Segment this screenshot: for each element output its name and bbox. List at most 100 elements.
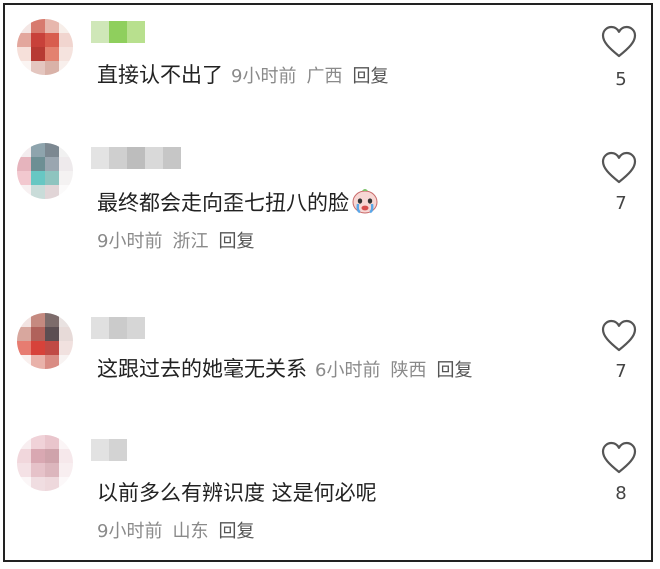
- comment-time: 9小时前: [231, 66, 297, 87]
- like-count: 7: [615, 361, 627, 382]
- avatar-mosaic-block: [45, 435, 59, 449]
- username-mosaic-block: [109, 21, 127, 43]
- like-button[interactable]: [601, 25, 641, 61]
- heart-icon: [601, 25, 637, 58]
- avatar-mosaic-block: [45, 143, 59, 157]
- avatar-mosaic-block: [17, 143, 31, 157]
- avatar-mosaic-block: [17, 47, 31, 61]
- avatar-mosaic-block: [31, 355, 45, 369]
- avatar-mosaic-block: [31, 449, 45, 463]
- comment-time: 9小时前: [97, 231, 163, 252]
- avatar-mosaic-block: [45, 477, 59, 491]
- avatar[interactable]: [17, 435, 73, 491]
- comment-body: 这跟过去的她毫无关系: [97, 357, 307, 381]
- avatar-mosaic-block: [59, 171, 73, 185]
- avatar-mosaic-block: [31, 477, 45, 491]
- avatar-mosaic-block: [59, 19, 73, 33]
- crying-face-emoji: [352, 189, 378, 214]
- username-mosaic-block: [91, 439, 109, 461]
- avatar[interactable]: [17, 143, 73, 199]
- avatar-mosaic-block: [45, 463, 59, 477]
- reply-button[interactable]: 回复: [218, 521, 254, 542]
- avatar-mosaic-block: [17, 341, 31, 355]
- like-button[interactable]: [601, 319, 641, 355]
- username-mosaic-block: [109, 147, 127, 169]
- avatar-mosaic-block: [59, 355, 73, 369]
- comment-time: 6小时前: [315, 360, 381, 381]
- comment-location: 广西: [306, 66, 343, 87]
- avatar-mosaic-block: [45, 19, 59, 33]
- comment-location: 山东: [172, 521, 209, 542]
- avatar-mosaic-block: [59, 47, 73, 61]
- username-mosaic-block: [145, 147, 163, 169]
- avatar-mosaic-block: [31, 463, 45, 477]
- avatar-mosaic-block: [59, 463, 73, 477]
- username-mosaic-block: [127, 317, 145, 339]
- username-mosaic-block: [91, 21, 109, 43]
- avatar-mosaic-block: [17, 463, 31, 477]
- username[interactable]: [91, 21, 145, 43]
- avatar-mosaic-block: [59, 185, 73, 199]
- avatar-mosaic-block: [45, 171, 59, 185]
- avatar-mosaic-block: [45, 47, 59, 61]
- avatar-mosaic-block: [59, 327, 73, 341]
- avatar-mosaic-block: [59, 157, 73, 171]
- comment-location: 陕西: [390, 360, 427, 381]
- reply-button[interactable]: 回复: [218, 231, 254, 252]
- avatar-mosaic-block: [59, 435, 73, 449]
- comment-body: 以前多么有辨识度 这是何必呢: [97, 481, 377, 505]
- avatar-mosaic-block: [45, 61, 59, 75]
- avatar-mosaic-block: [45, 341, 59, 355]
- username-mosaic-block: [127, 21, 145, 43]
- comment-text: 最终都会走向歪七扭八的脸: [97, 187, 379, 217]
- username[interactable]: [91, 147, 181, 169]
- username-mosaic-block: [109, 439, 127, 461]
- avatar-mosaic-block: [45, 449, 59, 463]
- username-mosaic-block: [163, 147, 181, 169]
- like-count: 5: [615, 69, 627, 90]
- comment-time: 9小时前: [97, 521, 163, 542]
- reply-button[interactable]: 回复: [436, 360, 472, 381]
- like-button[interactable]: [601, 441, 641, 477]
- username-mosaic-block: [91, 147, 109, 169]
- comment-meta: 9小时前 广西 回复: [231, 66, 388, 87]
- avatar-mosaic-block: [31, 61, 45, 75]
- avatar-mosaic-block: [59, 313, 73, 327]
- avatar-mosaic-block: [17, 33, 31, 47]
- avatar-mosaic-block: [31, 157, 45, 171]
- reply-button[interactable]: 回复: [352, 66, 388, 87]
- avatar-mosaic-block: [59, 143, 73, 157]
- username[interactable]: [91, 317, 145, 339]
- comment-list: 直接认不出了 9小时前 广西 回复 5 最终都会走向歪七扭八的脸 9小时前 浙江 回复 7…: [3, 3, 653, 562]
- avatar-mosaic-block: [59, 477, 73, 491]
- heart-icon: [601, 151, 637, 184]
- comment-meta: 6小时前 陕西 回复: [315, 360, 472, 381]
- username[interactable]: [91, 439, 127, 461]
- avatar[interactable]: [17, 313, 73, 369]
- comment-meta: 9小时前 山东 回复: [97, 519, 254, 545]
- like-button[interactable]: [601, 151, 641, 187]
- avatar-mosaic-block: [31, 313, 45, 327]
- username-mosaic-block: [127, 147, 145, 169]
- avatar-mosaic-block: [17, 171, 31, 185]
- avatar-mosaic-block: [31, 341, 45, 355]
- comment-location: 浙江: [172, 231, 209, 252]
- avatar-mosaic-block: [31, 435, 45, 449]
- avatar-mosaic-block: [59, 341, 73, 355]
- avatar-mosaic-block: [17, 449, 31, 463]
- avatar-mosaic-block: [31, 327, 45, 341]
- username-mosaic-block: [91, 317, 109, 339]
- avatar-mosaic-block: [17, 185, 31, 199]
- avatar-mosaic-block: [59, 61, 73, 75]
- avatar-mosaic-block: [45, 327, 59, 341]
- avatar-mosaic-block: [17, 313, 31, 327]
- avatar-mosaic-block: [31, 171, 45, 185]
- username-mosaic-block: [109, 317, 127, 339]
- avatar-mosaic-block: [45, 33, 59, 47]
- avatar[interactable]: [17, 19, 73, 75]
- avatar-mosaic-block: [31, 47, 45, 61]
- comment-body: 直接认不出了: [97, 63, 223, 87]
- avatar-mosaic-block: [31, 19, 45, 33]
- heart-icon: [601, 319, 637, 352]
- avatar-mosaic-block: [31, 185, 45, 199]
